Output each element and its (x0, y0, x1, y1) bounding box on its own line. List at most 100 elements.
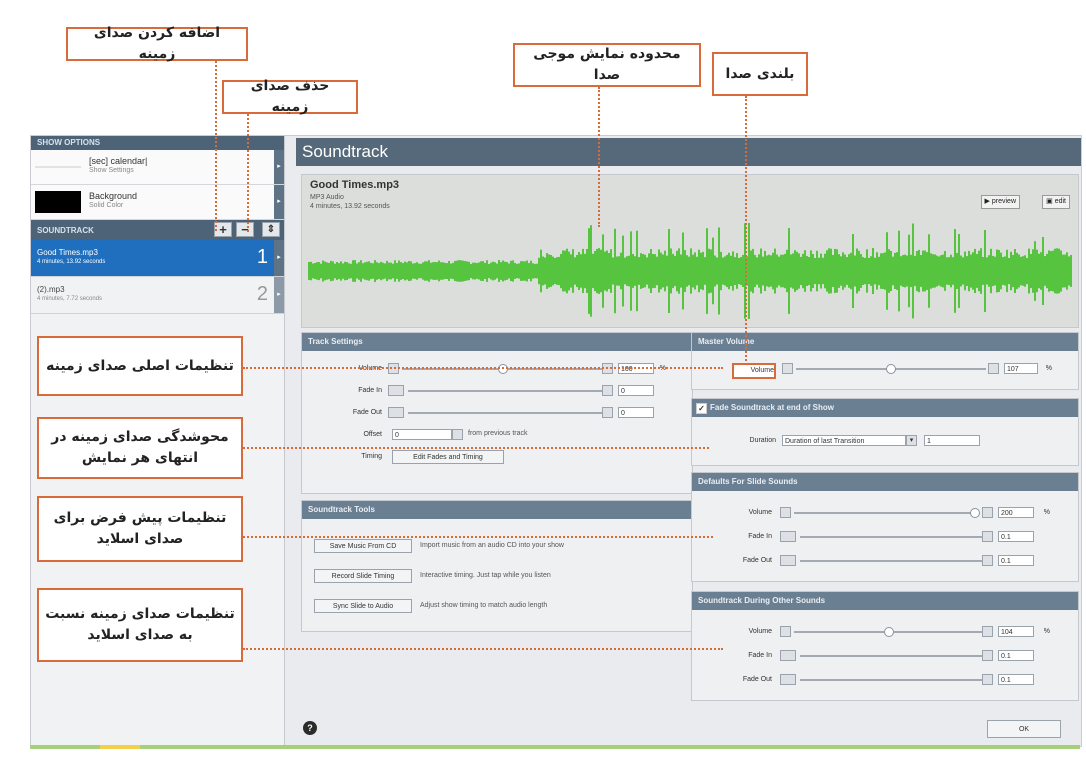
other-fade-in-value[interactable]: 0.1 (998, 650, 1034, 661)
waveform-bar (986, 257, 988, 285)
sync-slide-to-audio-button[interactable]: Sync Slide to Audio (314, 599, 412, 613)
volume-slider-handle[interactable] (498, 364, 508, 374)
slide-volume-slider[interactable] (794, 512, 972, 514)
help-icon[interactable]: ? (303, 721, 317, 735)
waveform-bar (868, 257, 870, 285)
slide-fade-out-max-icon[interactable] (982, 555, 993, 566)
duration-value[interactable]: 1 (924, 435, 980, 446)
callout-loudness: بلندی صدا (712, 52, 808, 96)
duration-dropdown-icon[interactable]: ▾ (906, 435, 917, 446)
preview-button[interactable]: ▶ preview (980, 195, 1020, 209)
ok-button[interactable]: OK (987, 720, 1061, 738)
save-music-from-cd-button[interactable]: Save Music From CD (314, 539, 412, 553)
other-volume-value[interactable]: 104 (998, 626, 1034, 637)
waveform-bar (728, 252, 730, 290)
reorder-icon[interactable]: ⇕ (262, 222, 280, 237)
waveform-bar (474, 262, 476, 280)
waveform-bar (590, 225, 592, 317)
fade-out-slider[interactable] (408, 412, 602, 414)
slide-fade-in-slider[interactable] (800, 536, 982, 538)
other-volume-max-icon[interactable] (982, 626, 993, 637)
edit-button[interactable]: ▣ edit (1042, 195, 1070, 209)
slide-volume-value[interactable]: 200 (998, 507, 1034, 518)
waveform-bar (458, 260, 460, 282)
waveform-bar (366, 261, 368, 281)
waveform-bar (758, 254, 760, 288)
waveform-bar (714, 255, 716, 287)
slide-fade-in-icon[interactable] (780, 531, 796, 542)
waveform-bar (618, 256, 620, 286)
waveform-bar (798, 253, 800, 289)
master-volume-max-icon[interactable] (988, 363, 999, 374)
background-thumbnail (35, 191, 81, 213)
track-arrow-icon[interactable]: ▸ (274, 240, 284, 276)
fade-out-value[interactable]: 0 (618, 407, 654, 418)
waveform-bar (836, 249, 838, 293)
fade-in-slider[interactable] (408, 390, 602, 392)
volume-label: Volume (358, 365, 382, 372)
callout-slide-defaults: تنظیمات پیش فرض برای صدای اسلاید (37, 496, 243, 562)
other-fade-in-icon[interactable] (780, 650, 796, 661)
waveform-bar (824, 253, 826, 289)
track-item[interactable]: Good Times.mp3 4 minutes, 13.92 seconds … (31, 240, 284, 277)
duration-select[interactable]: Duration of last Transition (782, 435, 906, 446)
other-fade-out-icon[interactable] (780, 674, 796, 685)
waveform-bar (1034, 241, 1036, 301)
slide-fade-out-value[interactable]: 0.1 (998, 555, 1034, 566)
fade-in-icon[interactable] (388, 385, 404, 396)
slide-fade-in-value[interactable]: 0.1 (998, 531, 1034, 542)
waveform-bar (376, 262, 378, 280)
other-volume-mute-icon[interactable] (780, 626, 791, 637)
callout-relative-settings: تنظیمات صدای زمینه نسبت به صدای اسلاید (37, 588, 243, 662)
other-fade-out-max-icon[interactable] (982, 674, 993, 685)
waveform-bar (386, 260, 388, 282)
slide-fade-out-icon[interactable] (780, 555, 796, 566)
other-fade-in-slider[interactable] (800, 655, 982, 657)
offset-stepper[interactable] (452, 429, 463, 440)
master-volume-handle[interactable] (886, 364, 896, 374)
option-arrow-icon[interactable]: ▸ (274, 185, 284, 219)
leader-fade-end (243, 447, 709, 449)
track-item[interactable]: (2).mp3 4 minutes, 7.72 seconds 2 ▸ (31, 277, 284, 314)
record-slide-timing-button[interactable]: Record Slide Timing (314, 569, 412, 583)
waveform-bar (358, 262, 360, 280)
track-number: 1 (256, 246, 268, 268)
other-fade-out-slider[interactable] (800, 679, 982, 681)
waveform-bar (828, 248, 830, 294)
waveform[interactable] (308, 223, 1072, 319)
track-arrow-icon[interactable]: ▸ (274, 277, 284, 313)
slide-volume-mute-icon[interactable] (780, 507, 791, 518)
waveform-bar (704, 257, 706, 285)
other-fade-out-value[interactable]: 0.1 (998, 674, 1034, 685)
fade-out-max-icon[interactable] (602, 407, 613, 418)
waveform-bar (656, 256, 658, 286)
waveform-bar (418, 263, 420, 279)
waveform-bar (860, 254, 862, 288)
waveform-bar (482, 261, 484, 281)
waveform-bar (816, 250, 818, 292)
master-volume-value[interactable]: 107 (1004, 363, 1038, 374)
waveform-bar (932, 254, 934, 288)
other-fade-in-max-icon[interactable] (982, 650, 993, 661)
option-arrow-icon[interactable]: ▸ (274, 150, 284, 184)
slide-volume-handle[interactable] (970, 508, 980, 518)
waveform-bar (346, 262, 348, 280)
slide-fade-out-slider[interactable] (800, 560, 982, 562)
slide-fade-in-max-icon[interactable] (982, 531, 993, 542)
waveform-bar (802, 253, 804, 289)
master-volume-mute-icon[interactable] (782, 363, 793, 374)
waveform-bar (476, 263, 478, 279)
fade-in-max-icon[interactable] (602, 385, 613, 396)
slide-volume-max-icon[interactable] (982, 507, 993, 518)
waveform-bar (432, 262, 434, 280)
waveform-bar (416, 262, 418, 280)
fade-end-checkbox[interactable]: ✓ (696, 403, 707, 414)
edit-fades-timing-button[interactable]: Edit Fades and Timing (392, 450, 504, 464)
waveform-bar (676, 250, 678, 292)
offset-value[interactable]: 0 (392, 429, 452, 440)
other-volume-handle[interactable] (884, 627, 894, 637)
fade-out-icon[interactable] (388, 407, 404, 418)
waveform-bar (652, 254, 654, 289)
fade-in-value[interactable]: 0 (618, 385, 654, 396)
remove-soundtrack-button[interactable]: − (236, 222, 254, 237)
